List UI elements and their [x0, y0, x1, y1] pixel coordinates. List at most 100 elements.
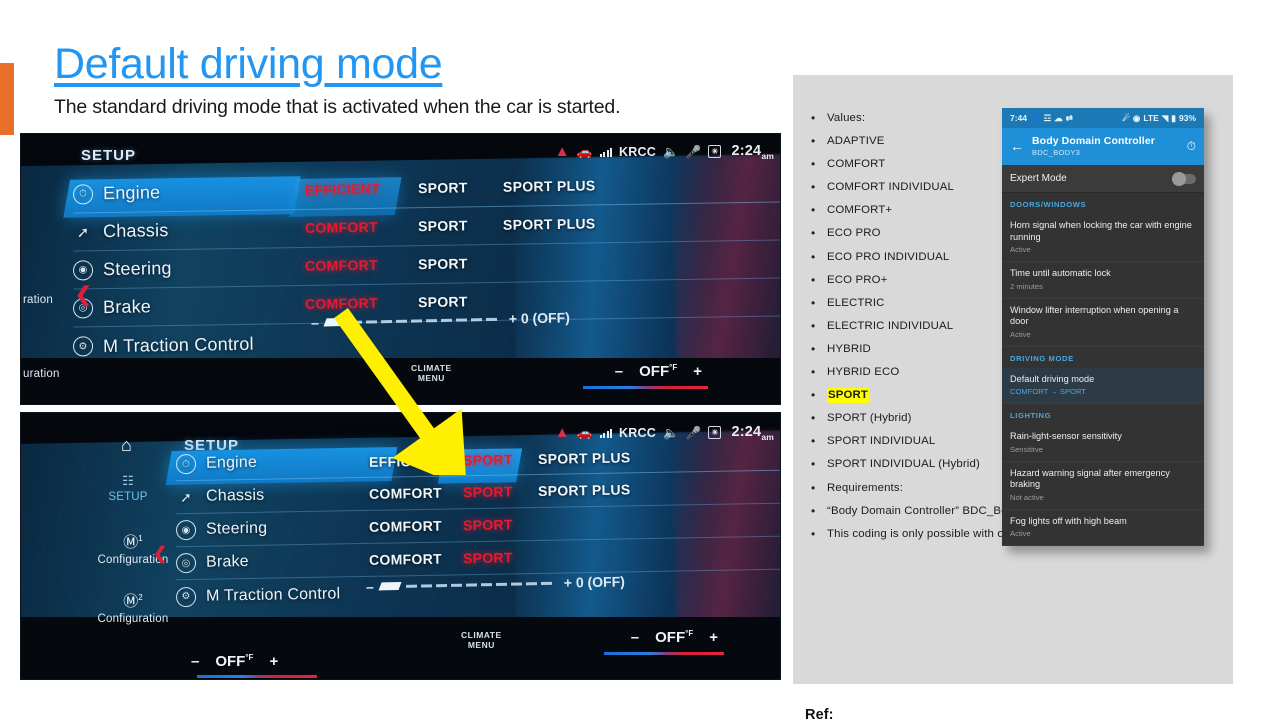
volume-icon: 🔈 [662, 425, 679, 440]
option-efficient[interactable]: EFFICIENT [305, 181, 380, 198]
bullet-dot: • [811, 411, 816, 426]
list-item[interactable]: Window lifter interruption when opening … [1002, 298, 1204, 347]
traction-value: + 0 (OFF) [563, 573, 625, 591]
climate-menu-label[interactable]: CLIMATE MENU [461, 630, 502, 651]
row-label: ◎ Brake [175, 552, 249, 574]
home-icon[interactable]: ⌂ [121, 435, 132, 456]
back-arrow-icon[interactable]: ← [1010, 139, 1024, 153]
row-label: ⏱ Engine [72, 182, 161, 205]
bullet-dot: • [811, 526, 816, 541]
climate-bar-bottom: CLIMATE MENU – OFF°F + – OFF°F + [21, 617, 780, 679]
temp-minus-button[interactable]: – [631, 629, 639, 646]
option-sport[interactable]: SPORT [463, 549, 513, 566]
chevron-left-icon[interactable]: ❮ [153, 544, 167, 564]
slider-minus-icon[interactable]: – [311, 315, 319, 331]
rail-item-m2-configuration[interactable]: Ⓜ2 Configuration [83, 590, 183, 625]
chevron-left-icon[interactable]: ❮ [75, 282, 92, 307]
temp-plus-button[interactable]: + [709, 629, 718, 646]
bullet-dot: • [811, 295, 816, 310]
option-sport-plus[interactable]: SPORT PLUS [538, 449, 631, 467]
row-label: ➚ Chassis [176, 486, 265, 508]
option-comfort[interactable]: COMFORT [305, 219, 378, 236]
rail-item-setup[interactable]: ☷ SETUP [83, 473, 173, 503]
row-label: ⚙ M Traction Control [72, 333, 254, 357]
cloud-icon: ☁ [1054, 112, 1063, 123]
shock-absorber-icon: ➚ [179, 488, 193, 505]
status-left: 7:44 👤 ☲ ☁ ⇄ [1010, 113, 1073, 124]
rail-item-partial-2[interactable]: uration [23, 368, 60, 380]
climate-menu-label[interactable]: CLIMATE MENU [411, 363, 452, 384]
temp-plus-button[interactable]: + [693, 363, 702, 380]
list-item[interactable]: Rain-light-sensor sensitivity Sensititve [1002, 425, 1204, 462]
temp-gradient-bar [604, 652, 724, 655]
list-item-default-driving-mode[interactable]: Default driving mode COMFORT → SPORT [1002, 367, 1204, 404]
history-icon[interactable]: ⏱ [1187, 139, 1196, 154]
slider-knob[interactable] [323, 317, 347, 327]
option-sport-plus[interactable]: SPORT PLUS [503, 177, 596, 194]
bullet-dot: • [811, 457, 816, 472]
option-sport[interactable]: SPORT [418, 179, 468, 196]
car-data-icon: 🚗 [576, 425, 593, 440]
option-comfort[interactable]: COMFORT [369, 485, 442, 502]
signal-bars-icon [599, 428, 613, 438]
option-comfort[interactable]: COMFORT [305, 295, 378, 312]
microphone-icon: 🎤 [685, 144, 702, 159]
temp-minus-button-left[interactable]: – [191, 653, 199, 670]
option-comfort[interactable]: COMFORT [305, 257, 378, 274]
temp-minus-button[interactable]: – [615, 363, 623, 380]
expert-mode-row[interactable]: Expert Mode [1002, 165, 1204, 193]
temp-plus-button-left[interactable]: + [269, 653, 278, 670]
option-sport-plus[interactable]: SPORT PLUS [538, 481, 631, 499]
list-item[interactable]: Horn signal when locking the car with en… [1002, 214, 1204, 262]
temp-value: OFF°F [639, 363, 678, 380]
rail-item-partial-1[interactable]: ration [23, 294, 53, 306]
person-icon: 👤 [1030, 112, 1041, 123]
list-item[interactable]: Fog lights off with high beam Active [1002, 509, 1204, 546]
nav-arrow-icon: ▲ [554, 424, 570, 442]
temp-gradient-bar-left [197, 675, 317, 678]
slider-minus-icon[interactable]: – [366, 579, 374, 595]
option-sport[interactable]: SPORT [463, 451, 513, 468]
location-icon: ◉ [1132, 112, 1141, 123]
traction-value: + 0 (OFF) [508, 309, 570, 327]
option-sport[interactable]: SPORT [418, 217, 468, 234]
setting-name: Fog lights off with high beam [1010, 515, 1127, 526]
option-efficient[interactable]: EFFICIENT [369, 453, 444, 470]
signal-bars-icon [599, 147, 613, 157]
option-sport[interactable]: SPORT [418, 255, 468, 272]
option-comfort[interactable]: COMFORT [369, 551, 442, 568]
temp-gradient-bar [583, 386, 708, 389]
app-bar-title: Body Domain Controller [1032, 135, 1155, 147]
expert-mode-toggle[interactable] [1172, 171, 1196, 186]
bullet-dot: • [811, 226, 816, 241]
temp-value-left: OFF°F [215, 653, 254, 670]
option-sport[interactable]: SPORT [463, 483, 513, 500]
reference-block: Ref: https://bimmercode.app/cars/g42/#FE… [805, 707, 1225, 720]
bullet-dot: • [811, 503, 816, 518]
bullet-dot: • [811, 272, 816, 287]
orange-accent-bar [0, 63, 14, 135]
phone-clock: 7:44 [1010, 113, 1028, 123]
temperature-control-right[interactable]: – OFF°F + [631, 629, 718, 646]
setting-name: Hazard warning signal after emergency br… [1010, 467, 1170, 490]
temperature-control-right[interactable]: – OFF°F + [615, 363, 702, 380]
list-item[interactable]: Hazard warning signal after emergency br… [1002, 461, 1204, 510]
bullet-dot: • [811, 318, 816, 333]
bullet-dot: • [811, 249, 816, 264]
temp-value: OFF°F [655, 629, 694, 646]
option-sport[interactable]: SPORT [418, 293, 468, 310]
m1-icon: Ⓜ1 [123, 534, 143, 551]
rail-item-m1-configuration[interactable]: Ⓜ1 Configuration [83, 531, 183, 566]
list-item[interactable]: Time until automatic lock 2 minutes [1002, 262, 1204, 299]
signal-icon: ◥ [1161, 112, 1169, 123]
option-sport[interactable]: SPORT [463, 516, 513, 533]
slider-knob[interactable] [378, 581, 402, 591]
sync-icon: ⇄ [1065, 112, 1073, 123]
option-comfort[interactable]: COMFORT [369, 518, 442, 535]
bullet-dot: • [811, 365, 816, 380]
setup-label-top: SETUP [81, 147, 137, 164]
bullet-dot: • [811, 111, 816, 125]
temperature-control-left[interactable]: – OFF°F + [191, 653, 278, 670]
expert-mode-label: Expert Mode [1010, 173, 1067, 184]
option-sport-plus[interactable]: SPORT PLUS [503, 215, 596, 232]
